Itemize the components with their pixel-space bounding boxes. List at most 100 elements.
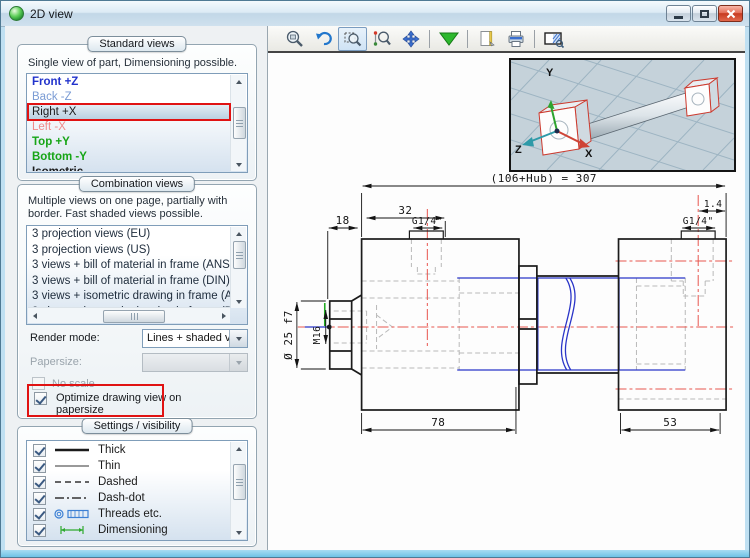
list-item-front-z[interactable]: Front +Z bbox=[28, 75, 230, 90]
list-item-left-x[interactable]: Left -X bbox=[28, 120, 230, 135]
axis-label-z: Z bbox=[515, 144, 522, 156]
dashed-checkbox[interactable] bbox=[33, 475, 46, 489]
scroll-up-button[interactable] bbox=[231, 75, 246, 88]
3d-preview-image: Y Z X bbox=[510, 35, 735, 213]
dropdown-button bbox=[229, 354, 247, 371]
setting-label: Dash-dot bbox=[98, 492, 145, 504]
print-button[interactable] bbox=[501, 27, 530, 51]
dim-18: 18 bbox=[336, 214, 350, 227]
thick-checkbox[interactable] bbox=[33, 443, 46, 457]
setting-row-hidden[interactable]: Hidden bbox=[28, 538, 230, 539]
list-item-combination[interactable]: 3 projection views (EU) bbox=[28, 227, 230, 243]
zoom-extents-button[interactable] bbox=[367, 27, 396, 51]
dimensioning-checkbox[interactable] bbox=[33, 523, 46, 537]
optimize-papersize-checkbox[interactable] bbox=[34, 392, 47, 405]
list-item-combination[interactable]: 3 views + isometric drawing in frame (AN… bbox=[28, 289, 230, 305]
arrow-up-icon bbox=[235, 446, 242, 451]
combination-views-hscrollbar[interactable] bbox=[28, 307, 230, 323]
scrollbar-thumb[interactable] bbox=[103, 309, 165, 323]
maximize-button[interactable] bbox=[692, 5, 717, 22]
chevron-down-icon bbox=[235, 360, 242, 365]
undo-button[interactable] bbox=[309, 27, 338, 51]
scroll-down-button[interactable] bbox=[231, 295, 246, 308]
toolbar-separator bbox=[534, 29, 535, 48]
dashed-line-icon bbox=[55, 481, 89, 483]
dim-thread-left: G1/4" bbox=[412, 216, 443, 227]
standard-views-description: Single view of part, Dimensioning possib… bbox=[28, 57, 238, 69]
scroll-down-button[interactable] bbox=[231, 158, 246, 171]
setting-row-thick[interactable]: Thick bbox=[28, 442, 230, 458]
standard-views-list: Front +Z Back -Z Right +X Left -X Top +Y… bbox=[26, 73, 248, 173]
render-mode-dropdown[interactable]: Lines + shaded view bbox=[142, 329, 248, 348]
setting-row-thin[interactable]: Thin bbox=[28, 458, 230, 474]
papersize-label: Papersize: bbox=[30, 356, 82, 368]
threads-checkbox[interactable] bbox=[33, 507, 46, 521]
scroll-up-button[interactable] bbox=[231, 227, 246, 240]
drawing-viewport[interactable]: (106+Hub) = 307 32 18 G1/4" 1.4 G1/4" 78… bbox=[268, 35, 745, 550]
settings-list: Thick Thin Dashed Dash-dot Threads etc. … bbox=[26, 440, 248, 541]
toolbar-separator bbox=[429, 29, 430, 48]
page-setup-icon bbox=[480, 30, 495, 46]
scroll-down-button[interactable] bbox=[231, 526, 246, 539]
combination-views-list: 3 projection views (EU) 3 projection vie… bbox=[26, 225, 248, 325]
standard-views-scrollbar[interactable] bbox=[230, 75, 246, 171]
viewer-toolbar bbox=[268, 26, 745, 51]
viewer-pane: (106+Hub) = 307 32 18 G1/4" 1.4 G1/4" 78… bbox=[268, 26, 745, 550]
dim-14: 1.4 bbox=[704, 199, 723, 210]
setting-label: Threads etc. bbox=[98, 508, 162, 520]
list-item-combination[interactable]: 3 projection views (US) bbox=[28, 243, 230, 259]
undo-icon bbox=[315, 31, 332, 45]
arrow-right-icon bbox=[221, 312, 226, 319]
centerlines bbox=[297, 195, 735, 390]
thin-checkbox[interactable] bbox=[33, 459, 46, 473]
pan-button[interactable] bbox=[396, 27, 425, 51]
dashdot-line-icon bbox=[55, 497, 89, 499]
zoom-preview-button[interactable] bbox=[280, 27, 309, 51]
list-item-combination[interactable]: 3 views + bill of material in frame (DIN… bbox=[28, 274, 230, 290]
right-hub-cube bbox=[683, 77, 720, 117]
arrow-down-icon bbox=[235, 162, 242, 167]
zoom-window-button[interactable] bbox=[338, 26, 367, 51]
setting-row-dashdot[interactable]: Dash-dot bbox=[28, 490, 230, 506]
setting-row-threads[interactable]: Threads etc. bbox=[28, 506, 230, 522]
dropdown-button[interactable] bbox=[229, 330, 247, 347]
dashdot-checkbox[interactable] bbox=[33, 491, 46, 505]
minimize-button[interactable] bbox=[666, 5, 691, 22]
part-outline bbox=[328, 230, 727, 411]
scroll-right-button[interactable] bbox=[217, 309, 230, 322]
zoom-preview-icon bbox=[286, 30, 303, 47]
page-setup-button[interactable] bbox=[472, 27, 501, 51]
list-item-right-x-selected[interactable]: Right +X bbox=[28, 105, 230, 120]
combination-views-vscrollbar[interactable] bbox=[230, 227, 246, 308]
app-icon bbox=[9, 6, 24, 21]
window-controls bbox=[666, 5, 743, 22]
titlebar[interactable]: 2D view bbox=[1, 1, 749, 27]
setting-row-dashed[interactable]: Dashed bbox=[28, 474, 230, 490]
dim-78: 78 bbox=[431, 416, 445, 429]
settings-scrollbar[interactable] bbox=[230, 442, 246, 539]
close-button[interactable] bbox=[718, 5, 743, 22]
window-border-bottom bbox=[1, 550, 749, 557]
thick-line-icon bbox=[55, 448, 89, 452]
apply-view-button[interactable] bbox=[434, 27, 463, 51]
arrow-up-icon bbox=[235, 79, 242, 84]
list-item-combination[interactable]: 3 views + bill of material in frame (ANS… bbox=[28, 258, 230, 274]
shaded-view-button[interactable] bbox=[539, 27, 568, 51]
list-item-isometric[interactable]: Isometric bbox=[28, 165, 230, 171]
scrollbar-thumb[interactable] bbox=[232, 107, 246, 139]
zoom-extents-icon bbox=[373, 30, 391, 46]
scrollbar-thumb[interactable] bbox=[232, 464, 246, 500]
scroll-up-button[interactable] bbox=[231, 442, 246, 455]
list-item-bottom-y[interactable]: Bottom -Y bbox=[28, 150, 230, 165]
list-item-top-y[interactable]: Top +Y bbox=[28, 135, 230, 150]
scrollbar-thumb[interactable] bbox=[232, 241, 246, 269]
papersize-dropdown bbox=[142, 353, 248, 372]
scroll-left-button[interactable] bbox=[28, 309, 41, 322]
group-settings-label: Settings / visibility bbox=[81, 418, 193, 434]
group-combination-views: Combination views Multiple views on one … bbox=[17, 176, 257, 419]
list-item-back-z[interactable]: Back -Z bbox=[28, 90, 230, 105]
close-icon bbox=[726, 9, 735, 18]
setting-row-dimensioning[interactable]: Dimensioning bbox=[28, 522, 230, 538]
axis-label-y: Y bbox=[546, 67, 554, 79]
window-title: 2D view bbox=[30, 6, 73, 21]
